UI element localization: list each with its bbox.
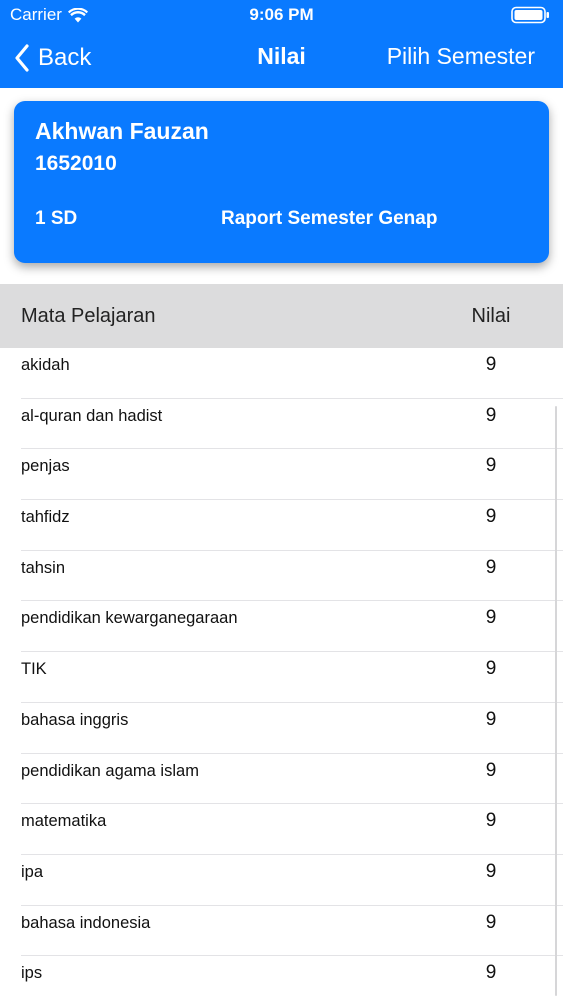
table-row[interactable]: penjas 9 [0, 449, 563, 500]
subject-name: ipa [21, 862, 44, 881]
header-score: Nilai [471, 305, 511, 327]
clock: 9:06 PM [249, 5, 314, 24]
subject-score: 9 [485, 404, 497, 426]
student-card-area: Akhwan Fauzan 1652010 1 SD Raport Semest… [0, 88, 563, 284]
subject-score: 9 [485, 506, 497, 528]
report-label: Raport Semester Genap [221, 208, 438, 229]
subject-name: pendidikan kewarganegaraan [21, 609, 238, 628]
battery-icon [511, 6, 549, 24]
header-subject: Mata Pelajaran [21, 305, 156, 327]
table-header: Mata Pelajaran Nilai [0, 284, 563, 348]
subject-name: TIK [21, 660, 47, 679]
table-row[interactable]: bahasa inggris 9 [0, 703, 563, 754]
table-row[interactable]: pendidikan kewarganegaraan 9 [0, 601, 563, 652]
table-row[interactable]: tahfidz 9 [0, 500, 563, 551]
subject-name: akidah [21, 356, 70, 374]
subject-name: pendidikan agama islam [21, 761, 199, 780]
table-row[interactable]: al-quran dan hadist 9 [0, 399, 563, 450]
table-row[interactable]: matematika 9 [0, 804, 563, 855]
top-bar: Carrier 9:06 PM Back Nilai Pilih Semeste… [0, 0, 563, 88]
subject-name: tahsin [21, 558, 66, 577]
subject-score: 9 [485, 658, 497, 680]
grades-list[interactable]: akidah 9 al-quran dan hadist 9 penjas 9 … [0, 348, 563, 1000]
subject-score: 9 [485, 607, 497, 629]
table-row[interactable]: TIK 9 [0, 652, 563, 703]
screen: Carrier 9:06 PM Back Nilai Pilih Semeste… [0, 0, 563, 1000]
subject-score: 9 [485, 708, 497, 730]
subject-name: tahfidz [21, 508, 70, 527]
subject-score: 9 [485, 962, 497, 984]
subject-score: 9 [485, 911, 497, 933]
subject-score: 9 [485, 759, 497, 781]
subject-name: bahasa inggris [21, 710, 129, 729]
student-id: 1652010 [35, 152, 117, 175]
table-row[interactable]: ips 9 [0, 956, 563, 1000]
student-card: Akhwan Fauzan 1652010 1 SD Raport Semest… [14, 101, 549, 263]
table-row[interactable]: bahasa indonesia 9 [0, 906, 563, 957]
status-bar: Carrier 9:06 PM [0, 0, 563, 30]
navigation-bar: Back Nilai Pilih Semester [0, 30, 563, 88]
subject-score: 9 [485, 354, 497, 375]
subject-score: 9 [485, 810, 497, 832]
subject-name: bahasa indonesia [21, 913, 151, 932]
table-row[interactable]: ipa 9 [0, 855, 563, 906]
table-row[interactable]: akidah 9 [0, 348, 563, 399]
subject-score: 9 [485, 455, 497, 477]
student-class: 1 SD [35, 208, 78, 229]
subject-name: penjas [21, 457, 70, 476]
student-name: Akhwan Fauzan [35, 118, 209, 144]
subject-score: 9 [485, 556, 497, 578]
select-semester-button[interactable]: Pilih Semester [387, 43, 535, 70]
scroll-indicator[interactable] [555, 406, 557, 996]
subject-name: ips [21, 964, 43, 983]
subject-name: al-quran dan hadist [21, 406, 163, 425]
table-row[interactable]: pendidikan agama islam 9 [0, 754, 563, 805]
table-row[interactable]: tahsin 9 [0, 551, 563, 602]
subject-score: 9 [485, 860, 497, 882]
subject-name: matematika [21, 812, 107, 831]
